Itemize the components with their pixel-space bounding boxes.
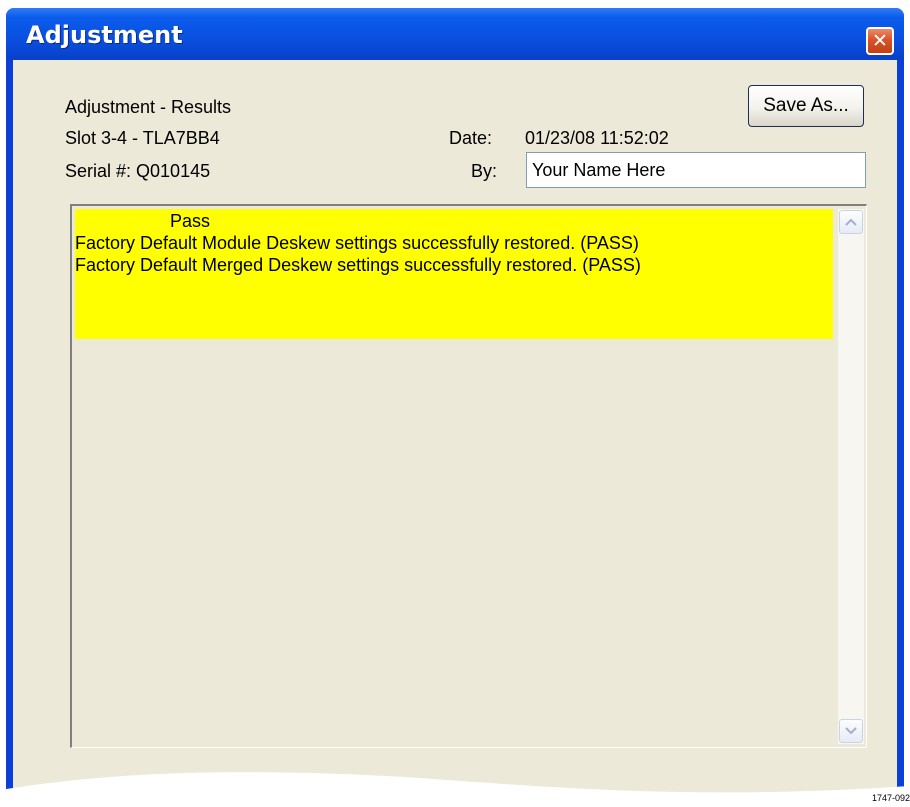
- dialog-body: Adjustment - Results Slot 3-4 - TLA7BB4 …: [13, 60, 897, 807]
- date-value: 01/23/08 11:52:02: [525, 128, 669, 148]
- close-icon: ✕: [872, 30, 888, 52]
- adjustment-dialog: Adjustment ✕ Adjustment - Results Slot 3…: [6, 8, 904, 807]
- figure-id: 1747-092: [872, 793, 910, 803]
- name-input[interactable]: [526, 152, 866, 188]
- slot-label: Slot 3-4 - TLA7BB4: [65, 128, 220, 148]
- result-line: Factory Default Module Deskew settings s…: [75, 233, 639, 253]
- by-label: By:: [471, 161, 498, 181]
- save-as-button[interactable]: Save As...: [748, 85, 864, 127]
- date-label: Date:: [449, 128, 493, 148]
- result-status: Pass: [170, 211, 211, 231]
- serial-label: Serial #: Q010145: [65, 161, 211, 181]
- chevron-up-icon: [845, 218, 857, 226]
- title-bar[interactable]: Adjustment ✕: [6, 8, 904, 60]
- torn-edge: [0, 772, 910, 807]
- results-heading: Adjustment - Results: [65, 97, 232, 117]
- close-button[interactable]: ✕: [866, 27, 894, 55]
- result-line: Factory Default Merged Deskew settings s…: [75, 255, 641, 275]
- vertical-scrollbar[interactable]: [838, 209, 864, 744]
- scroll-up-button[interactable]: [839, 210, 863, 234]
- chevron-down-icon: [845, 727, 857, 735]
- scroll-down-button[interactable]: [839, 719, 863, 743]
- results-textarea[interactable]: Pass Factory Default Module Deskew setti…: [70, 204, 867, 748]
- window-title: Adjustment: [26, 21, 183, 49]
